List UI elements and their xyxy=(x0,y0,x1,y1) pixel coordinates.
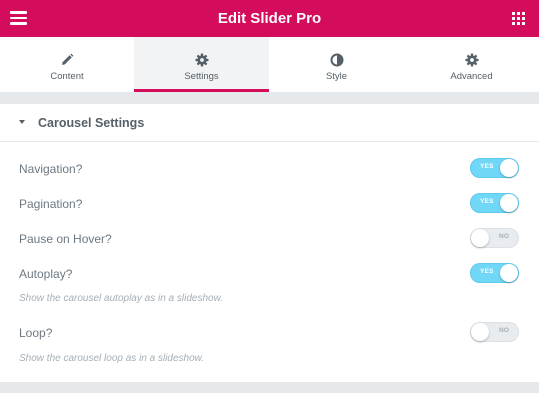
toggle-state: NO xyxy=(499,327,510,334)
toggle-knob xyxy=(471,323,489,341)
control-label: Pagination? xyxy=(19,197,83,211)
editor-header: Edit Slider Pro xyxy=(0,0,539,37)
pause-on-hover-toggle[interactable]: NO xyxy=(470,228,519,248)
toggle-state: YES xyxy=(480,163,494,170)
toggle-state: YES xyxy=(480,268,494,275)
grid-apps-icon[interactable] xyxy=(512,12,525,25)
tab-content[interactable]: Content xyxy=(0,37,134,92)
toggle-knob xyxy=(500,264,518,282)
control-label: Pause on Hover? xyxy=(19,232,112,246)
loop-description: Show the carousel loop as in a slideshow… xyxy=(19,353,205,364)
control-autoplay: Autoplay? YES xyxy=(0,263,539,285)
tab-settings[interactable]: Settings xyxy=(134,37,269,92)
editor-tabs: Content Settings Style Advanced xyxy=(0,37,539,92)
control-loop: Loop? NO xyxy=(0,322,539,344)
section-title: Carousel Settings xyxy=(38,116,145,130)
control-pause-on-hover: Pause on Hover? NO xyxy=(0,228,539,250)
tab-label: Content xyxy=(50,71,84,82)
tab-label: Settings xyxy=(184,71,219,82)
carousel-settings-panel: Carousel Settings Navigation? YES Pagina… xyxy=(0,104,539,382)
toggle-knob xyxy=(500,159,518,177)
caret-down-icon xyxy=(19,120,25,124)
toggle-state: NO xyxy=(499,233,510,240)
half-circle-contrast-icon xyxy=(330,53,343,67)
gear-icon xyxy=(465,53,478,67)
tab-label: Style xyxy=(325,71,348,82)
autoplay-toggle[interactable]: YES xyxy=(470,263,519,283)
control-pagination: Pagination? YES xyxy=(0,193,539,215)
toggle-knob xyxy=(500,194,518,212)
toggle-state: YES xyxy=(480,198,494,205)
tab-advanced[interactable]: Advanced xyxy=(404,37,539,92)
tab-style[interactable]: Style xyxy=(269,37,404,92)
control-navigation: Navigation? YES xyxy=(0,158,539,180)
control-label: Autoplay? xyxy=(19,267,73,281)
section-header-carousel-settings[interactable]: Carousel Settings xyxy=(0,104,539,142)
pagination-toggle[interactable]: YES xyxy=(470,193,519,213)
tab-label: Advanced xyxy=(450,71,493,82)
gear-icon xyxy=(195,53,208,67)
panel-footer-divider xyxy=(0,382,539,393)
pencil-icon xyxy=(62,53,74,65)
panel-title: Edit Slider Pro xyxy=(217,10,322,27)
toggle-knob xyxy=(471,229,489,247)
panel-divider xyxy=(0,92,539,104)
control-label: Loop? xyxy=(19,326,53,340)
navigation-toggle[interactable]: YES xyxy=(470,158,519,178)
autoplay-description: Show the carousel autoplay as in a slide… xyxy=(19,293,224,304)
control-label: Navigation? xyxy=(19,162,83,176)
loop-toggle[interactable]: NO xyxy=(470,322,519,342)
